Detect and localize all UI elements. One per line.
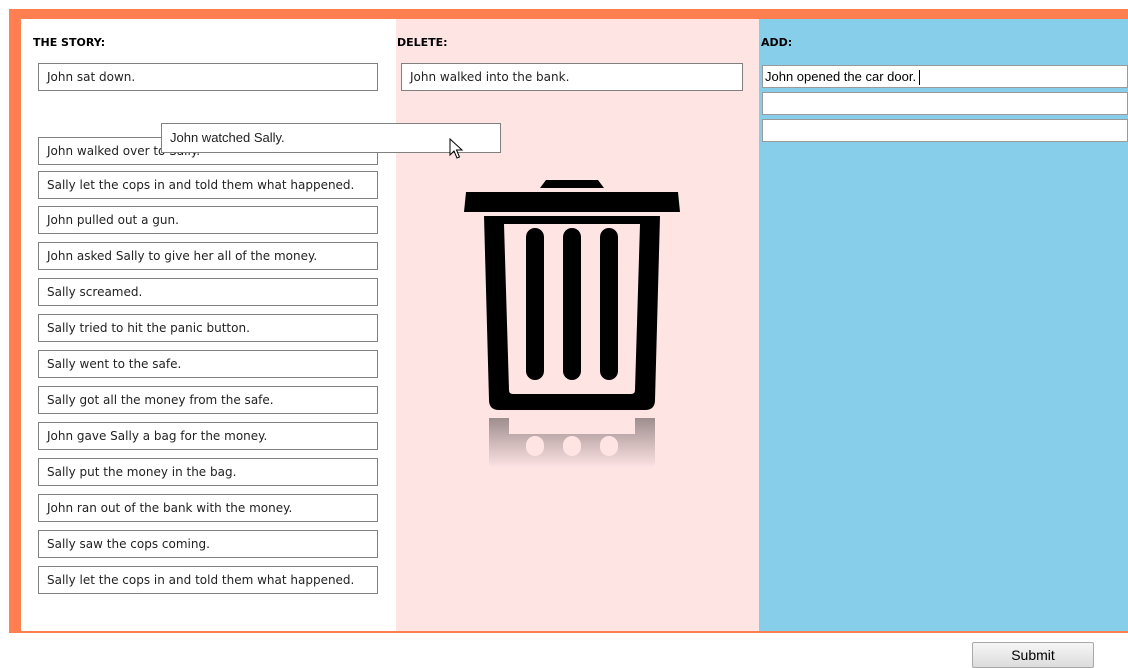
story-card[interactable]: John ran out of the bank with the money. — [38, 494, 378, 522]
add-input-1-text: John opened the car door. — [765, 69, 917, 84]
story-card[interactable]: Sally let the cops in and told them what… — [38, 566, 378, 594]
story-card[interactable]: John pulled out a gun. — [38, 206, 378, 234]
story-card[interactable]: John gave Sally a bag for the money. — [38, 422, 378, 450]
add-input-2[interactable] — [762, 92, 1128, 115]
submit-button[interactable]: Submit — [972, 642, 1094, 668]
story-card[interactable]: Sally tried to hit the panic button. — [38, 314, 378, 342]
add-input-1[interactable]: John opened the car door. — [762, 65, 1128, 88]
story-card[interactable]: Sally went to the safe. — [38, 350, 378, 378]
deleted-card[interactable]: John walked into the bank. — [401, 63, 743, 91]
story-card[interactable]: John sat down. — [38, 63, 378, 91]
trash-icon — [464, 180, 680, 468]
story-card[interactable]: Sally put the money in the bag. — [38, 458, 378, 486]
story-card[interactable]: Sally saw the cops coming. — [38, 530, 378, 558]
delete-heading: DELETE: — [397, 36, 448, 49]
story-heading: THE STORY: — [33, 36, 106, 49]
mouse-cursor-icon — [449, 138, 464, 159]
add-heading: ADD: — [761, 36, 793, 49]
story-card[interactable]: John asked Sally to give her all of the … — [38, 242, 378, 270]
story-card[interactable]: Sally let the cops in and told them what… — [38, 171, 378, 199]
add-input-3[interactable] — [762, 119, 1128, 142]
story-card[interactable]: Sally got all the money from the safe. — [38, 386, 378, 414]
text-caret — [919, 70, 921, 86]
story-card[interactable]: Sally screamed. — [38, 278, 378, 306]
